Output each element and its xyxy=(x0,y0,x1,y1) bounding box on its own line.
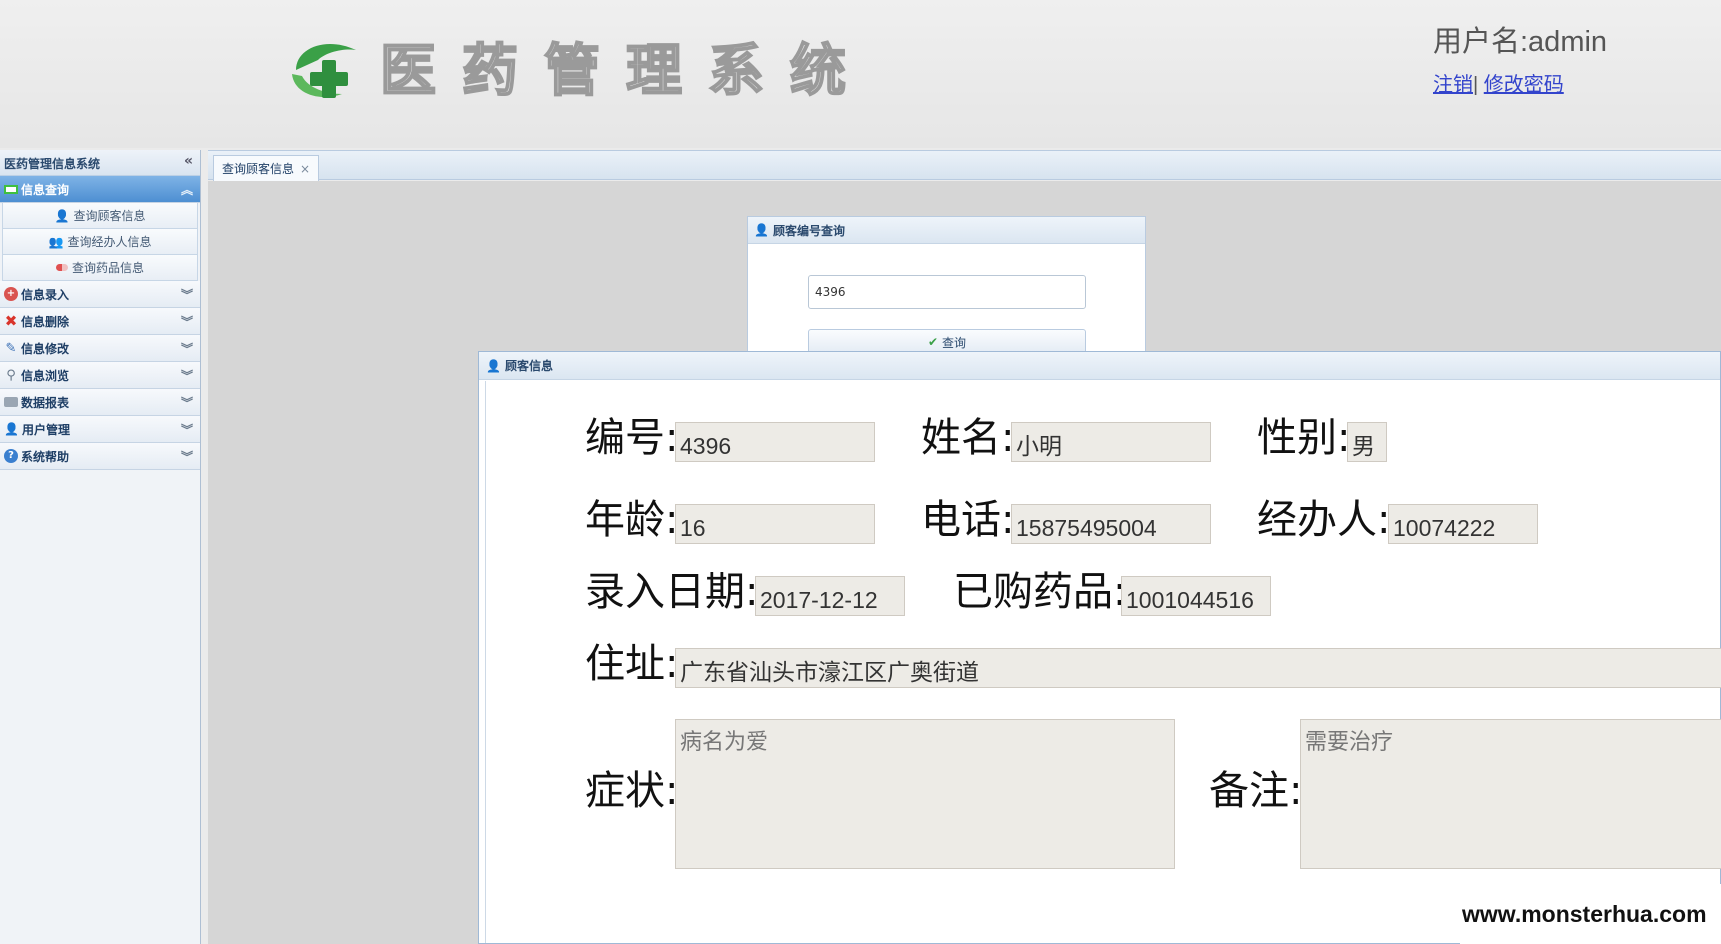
watermark: www.monsterhua.com xyxy=(1460,884,1721,944)
address-field[interactable]: 广东省汕头市濠江区广奥街道 xyxy=(675,648,1721,688)
gender-label: 性别: xyxy=(1257,415,1351,461)
printer-icon xyxy=(4,397,18,407)
agent-label: 经办人: xyxy=(1257,497,1391,543)
symptom-label: 症状: xyxy=(585,768,679,814)
add-circle-icon: + xyxy=(4,287,18,301)
customer-info-dialog: 👤 顾客信息 编号: 4396 姓名: 小明 性别: 男 年龄: 16 电话: … xyxy=(478,351,1721,944)
remark-label: 备注: xyxy=(1209,768,1303,814)
customer-id-input[interactable]: 4396 xyxy=(808,275,1086,309)
nav-group-info-delete[interactable]: ✖ 信息删除 ︾ xyxy=(0,308,200,335)
name-field[interactable]: 小明 xyxy=(1011,422,1211,462)
collapse-left-icon[interactable]: « xyxy=(184,153,193,169)
pill-icon xyxy=(55,264,68,271)
title-char: 医 xyxy=(379,37,438,105)
sidebar-item-label: 查询药品信息 xyxy=(71,261,144,275)
chevron-up-icon[interactable]: ︽ xyxy=(181,181,193,198)
entry-date-label: 录入日期: xyxy=(585,569,759,615)
title-char: 药 xyxy=(461,37,520,105)
link-separator: | xyxy=(1473,74,1479,96)
app-title: 医 药 管 理 系 统 xyxy=(379,36,848,106)
gender-field[interactable]: 男 xyxy=(1347,422,1387,462)
nav-group-label: 用户管理 xyxy=(21,422,70,437)
user-icon: 👤 xyxy=(486,358,501,373)
logout-link[interactable]: 注销 xyxy=(1433,74,1473,96)
panel-header: 👤 顾客编号查询 xyxy=(748,217,1145,244)
age-field[interactable]: 16 xyxy=(675,504,875,544)
title-char: 统 xyxy=(789,37,848,105)
age-label: 年龄: xyxy=(585,497,679,543)
user-icon: 👤 xyxy=(54,208,70,223)
header: 医 药 管 理 系 统 用户名:admin 注销| 修改密码 xyxy=(0,0,1721,148)
tab-query-customer[interactable]: 查询顾客信息 × xyxy=(213,155,320,181)
checkmark-icon: ✔ xyxy=(927,335,939,349)
nav-group-user-manage[interactable]: 👤 用户管理 ︾ xyxy=(0,416,200,443)
sidebar-title-text: 医药管理信息系统 xyxy=(4,157,101,171)
purchased-drug-label: 已购药品: xyxy=(953,569,1127,615)
phone-field[interactable]: 15875495004 xyxy=(1011,504,1211,544)
chevron-down-icon[interactable]: ︾ xyxy=(181,367,193,384)
nav-group-label: 信息浏览 xyxy=(21,368,70,383)
remark-textarea[interactable]: 需要治疗 xyxy=(1300,719,1721,869)
panel-title: 顾客编号查询 xyxy=(772,223,845,238)
nav-group-label: 数据报表 xyxy=(21,395,70,410)
nav-group-label: 信息删除 xyxy=(21,314,70,329)
chevron-down-icon[interactable]: ︾ xyxy=(181,340,193,357)
query-button-label: 查询 xyxy=(942,335,967,350)
purchased-drug-field[interactable]: 1001044516 xyxy=(1121,576,1271,616)
nav-group-label: 信息查询 xyxy=(21,182,70,197)
nav-group-label: 系统帮助 xyxy=(21,449,70,464)
sidebar-title: 医药管理信息系统 « xyxy=(0,150,200,176)
entry-date-field[interactable]: 2017-12-12 xyxy=(755,576,905,616)
delete-x-icon: ✖ xyxy=(4,312,18,330)
nav-group-info-edit[interactable]: ✎ 信息修改 ︾ xyxy=(0,335,200,362)
sidebar-item-query-drug[interactable]: 查询药品信息 xyxy=(2,255,198,281)
name-label: 姓名: xyxy=(921,415,1015,461)
symptom-textarea[interactable]: 病名为爱 xyxy=(675,719,1175,869)
nav-group-help[interactable]: ? 系统帮助 ︾ xyxy=(0,443,200,470)
window-icon xyxy=(4,184,18,194)
id-field[interactable]: 4396 xyxy=(675,422,875,462)
sidebar-item-label: 查询顾客信息 xyxy=(73,209,146,223)
agent-field[interactable]: 10074222 xyxy=(1388,504,1538,544)
customer-id-query-panel: 👤 顾客编号查询 4396 ✔ 查询 xyxy=(747,216,1146,356)
user-area: 用户名:admin 注销| 修改密码 xyxy=(1433,18,1607,97)
change-password-link[interactable]: 修改密码 xyxy=(1484,74,1564,96)
dialog-title: 顾客信息 xyxy=(504,359,553,373)
help-icon: ? xyxy=(4,449,18,463)
nav-group-label: 信息修改 xyxy=(21,341,70,356)
title-char: 理 xyxy=(625,37,684,105)
username-label: 用户名:admin xyxy=(1433,26,1608,58)
sidebar: 医药管理信息系统 « 信息查询 ︽ 👤 查询顾客信息 👥 查询经办人信息 查询药… xyxy=(0,150,201,944)
chevron-down-icon[interactable]: ︾ xyxy=(181,394,193,411)
tab-label: 查询顾客信息 xyxy=(222,162,295,176)
close-icon[interactable]: × xyxy=(300,162,310,176)
sidebar-item-label: 查询经办人信息 xyxy=(67,235,152,249)
cross-leaf-logo-icon xyxy=(292,43,356,98)
user-icon: 👤 xyxy=(754,223,769,237)
nav-group-label: 信息录入 xyxy=(21,287,70,302)
chevron-down-icon[interactable]: ︾ xyxy=(181,313,193,330)
chevron-down-icon[interactable]: ︾ xyxy=(181,421,193,438)
chevron-down-icon[interactable]: ︾ xyxy=(181,286,193,303)
title-char: 管 xyxy=(543,37,602,105)
sidebar-item-query-customer[interactable]: 👤 查询顾客信息 xyxy=(2,203,198,229)
nav-group-info-entry[interactable]: + 信息录入 ︾ xyxy=(0,281,200,308)
magnifier-icon: ⚲ xyxy=(6,367,16,383)
id-label: 编号: xyxy=(585,415,679,461)
chevron-down-icon[interactable]: ︾ xyxy=(181,448,193,465)
nav-group-info-browse[interactable]: ⚲ 信息浏览 ︾ xyxy=(0,362,200,389)
users-icon: 👥 xyxy=(48,234,64,249)
phone-label: 电话: xyxy=(921,497,1015,543)
sidebar-item-query-agent[interactable]: 👥 查询经办人信息 xyxy=(2,229,198,255)
nav-group-reports[interactable]: 数据报表 ︾ xyxy=(0,389,200,416)
tabs-bar: 查询顾客信息 × xyxy=(208,150,1721,181)
address-label: 住址: xyxy=(585,641,679,687)
dialog-header: 👤 顾客信息 xyxy=(479,352,1720,380)
title-char: 系 xyxy=(707,37,766,105)
pencil-icon: ✎ xyxy=(5,340,17,356)
user-links: 注销| 修改密码 xyxy=(1433,68,1607,97)
user-manage-icon: 👤 xyxy=(4,422,19,436)
nav-group-info-query[interactable]: 信息查询 ︽ xyxy=(0,176,200,203)
